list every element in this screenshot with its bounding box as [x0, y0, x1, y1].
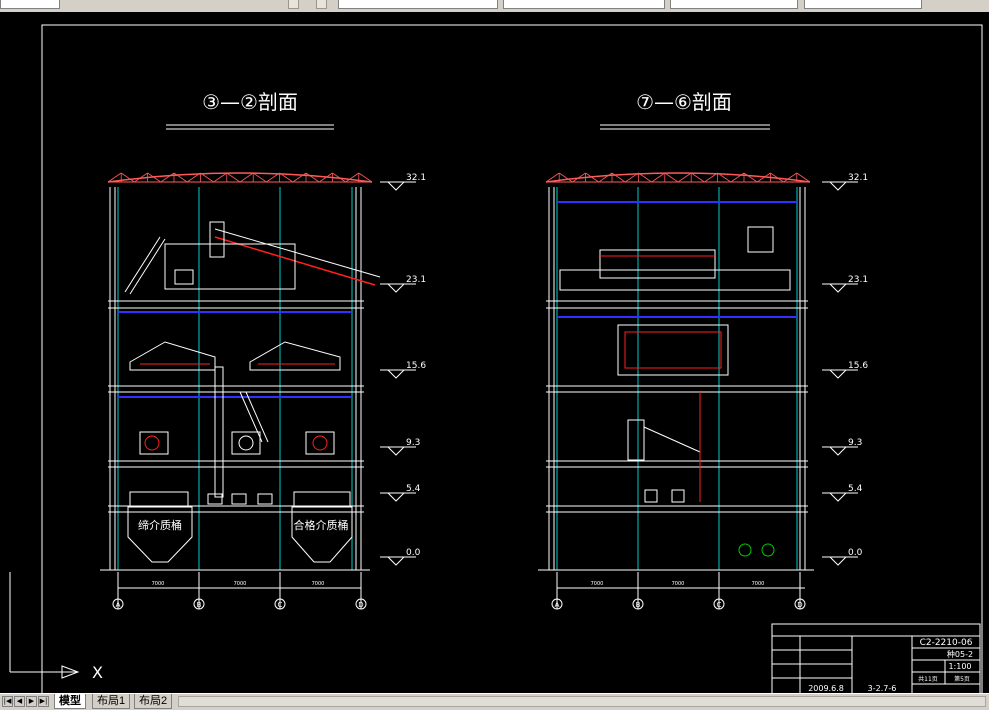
grid-label: C [278, 601, 283, 609]
layout-tab-bar: |◀ ◀ ▶ ▶| 模型 布局1 布局2 [0, 693, 989, 710]
last-tab-icon[interactable]: ▶| [38, 696, 49, 707]
linetype-dropdown[interactable] [503, 0, 665, 9]
reference-number: 3-2.7-6 [868, 684, 897, 693]
layer-dropdown[interactable] [0, 0, 60, 9]
grid-label: B [636, 601, 641, 609]
left-bin-label: 缔介质桶 [138, 518, 182, 532]
drawing-number: C2-2210-06 [920, 638, 973, 648]
prev-tab-icon[interactable]: ◀ [14, 696, 25, 707]
elevation-marks: 32.1 23.1 15.6 9.3 5.4 0.0 [822, 173, 868, 566]
tab-layout1[interactable]: 布局1 [92, 694, 131, 709]
lineweight-dropdown[interactable] [670, 0, 798, 9]
grid-label: C [717, 601, 722, 609]
first-tab-icon[interactable]: |◀ [2, 696, 13, 707]
tab-model[interactable]: 模型 [54, 694, 86, 709]
roof-truss [545, 172, 811, 183]
drawing-date: 2009.6.8 [808, 684, 844, 693]
columns [548, 187, 806, 570]
sheet-count: 共11页 [918, 675, 938, 683]
next-tab-icon[interactable]: ▶ [26, 696, 37, 707]
inclined-conveyor [124, 221, 381, 295]
blue-beams [557, 201, 797, 318]
left-section: ③—②剖面 缔介质桶 合格介质桶 7000 7000 7000 A B C D … [100, 90, 426, 610]
grid-label: A [116, 601, 121, 609]
elevation-marks: 32.1 23.1 15.6 9.3 5.4 0.0 [380, 173, 426, 566]
grid-axis-bubbles: A B C D [112, 572, 367, 610]
elevation-label: 0.0 [406, 548, 421, 558]
roof-truss [107, 172, 373, 183]
span-dim-3: 7000 [312, 581, 325, 587]
elevation-label: 15.6 [848, 361, 868, 371]
ucs-icon: X [9, 572, 103, 682]
grid-label: B [197, 601, 202, 609]
drawing-scale: 1:100 [948, 662, 971, 671]
elevation-label: 23.1 [406, 275, 426, 285]
elevation-label: 32.1 [848, 173, 868, 183]
grid-axis-bubbles: A B C D [551, 572, 806, 610]
elevation-label: 32.1 [406, 173, 426, 183]
sheet-index: 第5页 [954, 675, 970, 683]
elevation-label: 9.3 [406, 438, 420, 448]
span-dim-2: 7000 [234, 581, 247, 587]
grid-label: D [797, 601, 802, 609]
sheet-code: 种05-2 [947, 649, 973, 659]
span-dim-3: 7000 [752, 581, 765, 587]
cyan-axes [556, 187, 798, 570]
ucs-x-label: X [92, 663, 103, 682]
elevation-label: 9.3 [848, 438, 862, 448]
plotstyle-dropdown[interactable] [804, 0, 922, 9]
tab-layout2[interactable]: 布局2 [134, 694, 173, 709]
elevation-label: 5.4 [848, 484, 863, 494]
cad-drawing[interactable]: ③—②剖面 缔介质桶 合格介质桶 7000 7000 7000 A B C D … [0, 12, 989, 693]
right-section-title: ⑦—⑥剖面 [636, 90, 732, 114]
elevation-label: 23.1 [848, 275, 868, 285]
layer-previous-icon[interactable] [316, 0, 327, 9]
vibrating-screens [129, 341, 341, 498]
horizontal-scrollbar[interactable] [178, 696, 986, 707]
filter-press [617, 324, 775, 557]
right-section: ⑦—⑥剖面 7000 7000 7000 A B C D 32.123.115.… [538, 90, 868, 610]
blue-beams [118, 311, 352, 398]
layer-state-icon[interactable] [288, 0, 299, 9]
color-dropdown[interactable] [338, 0, 498, 9]
elevation-label: 15.6 [406, 361, 426, 371]
left-section-title: ③—②剖面 [202, 90, 298, 114]
elevation-label: 0.0 [848, 548, 863, 558]
flotation-cells [559, 226, 791, 291]
grid-label: A [555, 601, 560, 609]
span-dim-2: 7000 [672, 581, 685, 587]
span-dim-1: 7000 [152, 581, 165, 587]
grid-label: D [358, 601, 363, 609]
floor-slabs [538, 300, 814, 571]
pumps [139, 431, 335, 505]
right-bin-label: 合格介质桶 [294, 518, 349, 532]
drawing-canvas[interactable]: ③—②剖面 缔介质桶 合格介质桶 7000 7000 7000 A B C D … [0, 12, 989, 693]
span-dim-1: 7000 [591, 581, 604, 587]
elevation-label: 5.4 [406, 484, 421, 494]
